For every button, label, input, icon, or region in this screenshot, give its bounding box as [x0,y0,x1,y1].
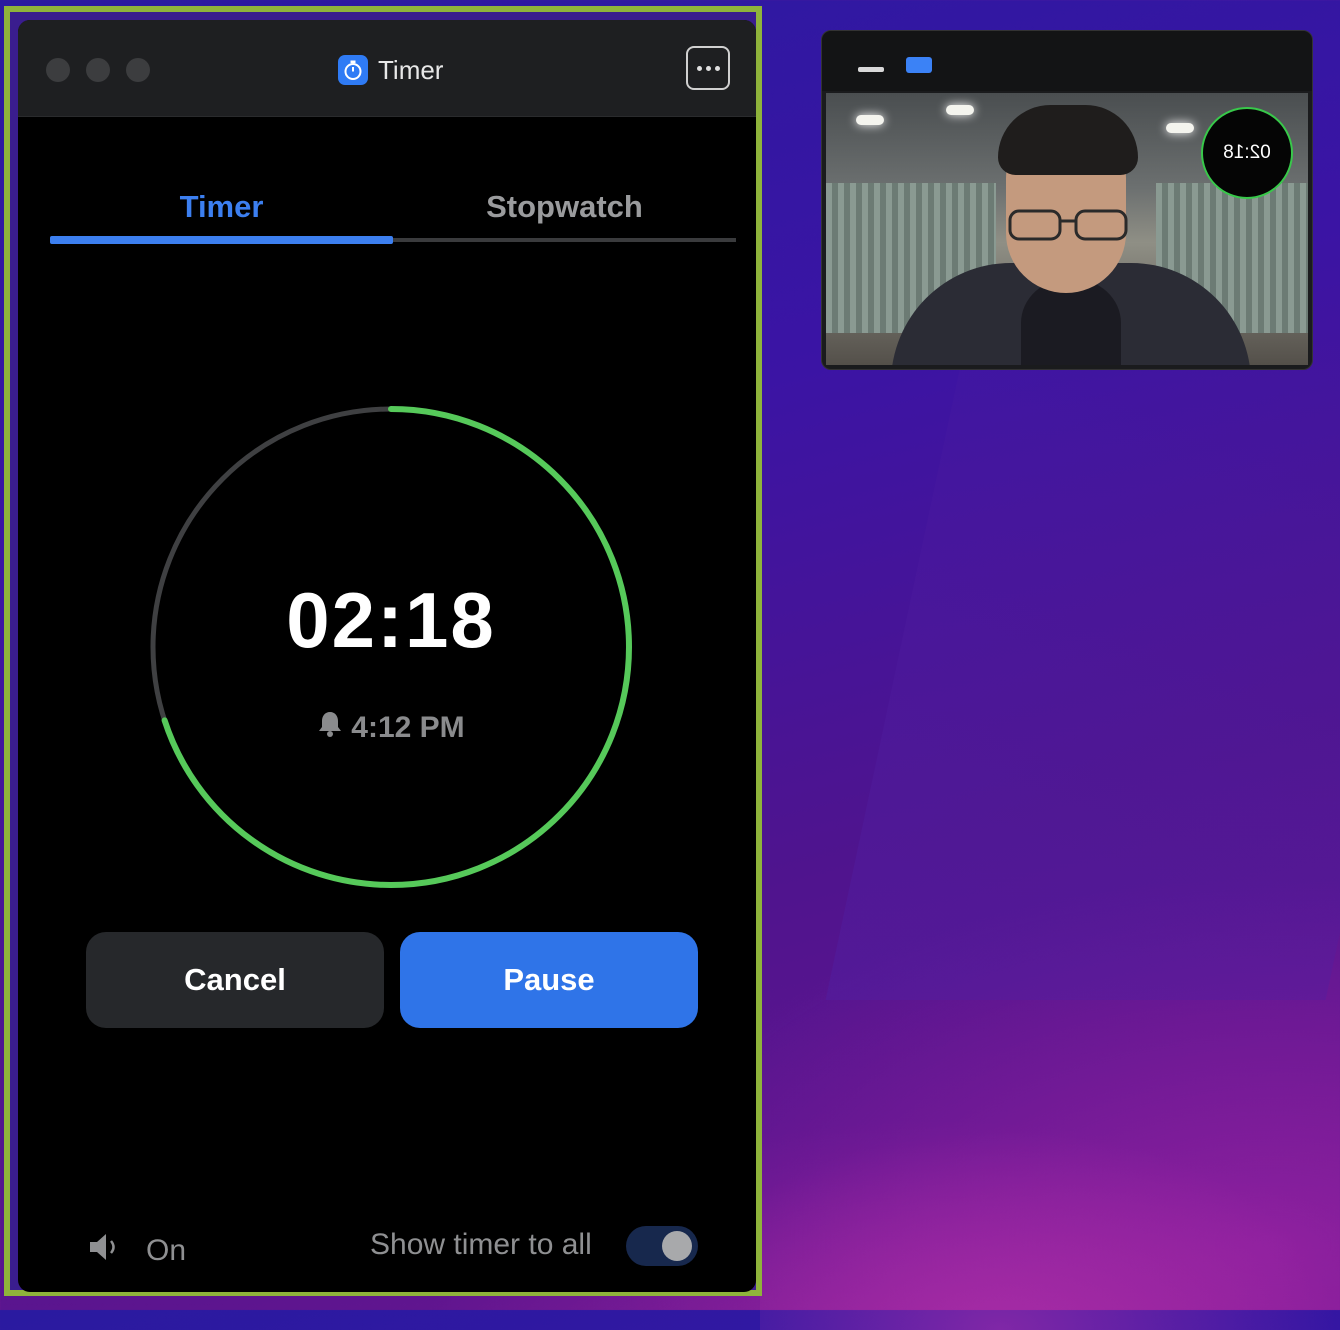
bell-icon [317,710,343,746]
video-window: 02:18 [821,30,1313,370]
minimize-video-icon[interactable] [858,67,884,72]
tab-stopwatch[interactable]: Stopwatch [393,180,736,234]
countdown-minutes: 02 [286,576,377,664]
window-title: Timer [338,54,443,86]
window-title-text: Timer [378,54,444,85]
tab-timer[interactable]: Timer [50,180,393,234]
glasses-icon [1008,209,1128,241]
video-timer-overlay: 02:18 [1201,107,1293,199]
ceiling-light [1166,123,1194,133]
view-mode-icon[interactable] [906,57,932,73]
cancel-button[interactable]: Cancel [86,932,384,1028]
timer-window: Timer Timer Stopwatch 02:18 4:12 PM Canc… [4,6,762,1296]
countdown-separator: : [377,576,405,664]
pause-button[interactable]: Pause [400,932,698,1028]
ceiling-light [946,105,974,115]
minimize-window-button[interactable] [86,58,110,82]
more-dot-icon [714,65,720,71]
more-options-button[interactable] [686,46,730,90]
title-bar[interactable]: Timer [18,20,756,117]
self-video-feed: 02:18 [826,93,1308,365]
countdown-display: 02:18 [146,575,636,666]
person-hair [998,105,1138,175]
alarm-time-text: 4:12 PM [351,711,465,744]
close-window-button[interactable] [46,58,70,82]
more-dot-icon [696,65,702,71]
sound-toggle[interactable]: On [88,1230,186,1272]
show-timer-label: Show timer to all [370,1228,592,1261]
more-dot-icon [705,65,711,71]
timer-window-content: Timer Timer Stopwatch 02:18 4:12 PM Canc… [18,20,756,1292]
zoom-window-button[interactable] [126,58,150,82]
video-title-bar[interactable] [822,31,1312,91]
show-timer-toggle[interactable] [626,1226,698,1266]
stopwatch-icon [338,55,368,85]
tab-active-indicator [50,236,393,244]
countdown-seconds: 18 [404,576,496,664]
mode-tabs: Timer Stopwatch [50,180,736,244]
alarm-time: 4:12 PM [146,710,636,746]
speaker-icon [88,1230,124,1272]
desktop-glow [760,860,1340,1330]
ceiling-light [856,115,884,125]
sound-status-label: On [146,1234,187,1267]
toggle-knob [662,1231,692,1261]
